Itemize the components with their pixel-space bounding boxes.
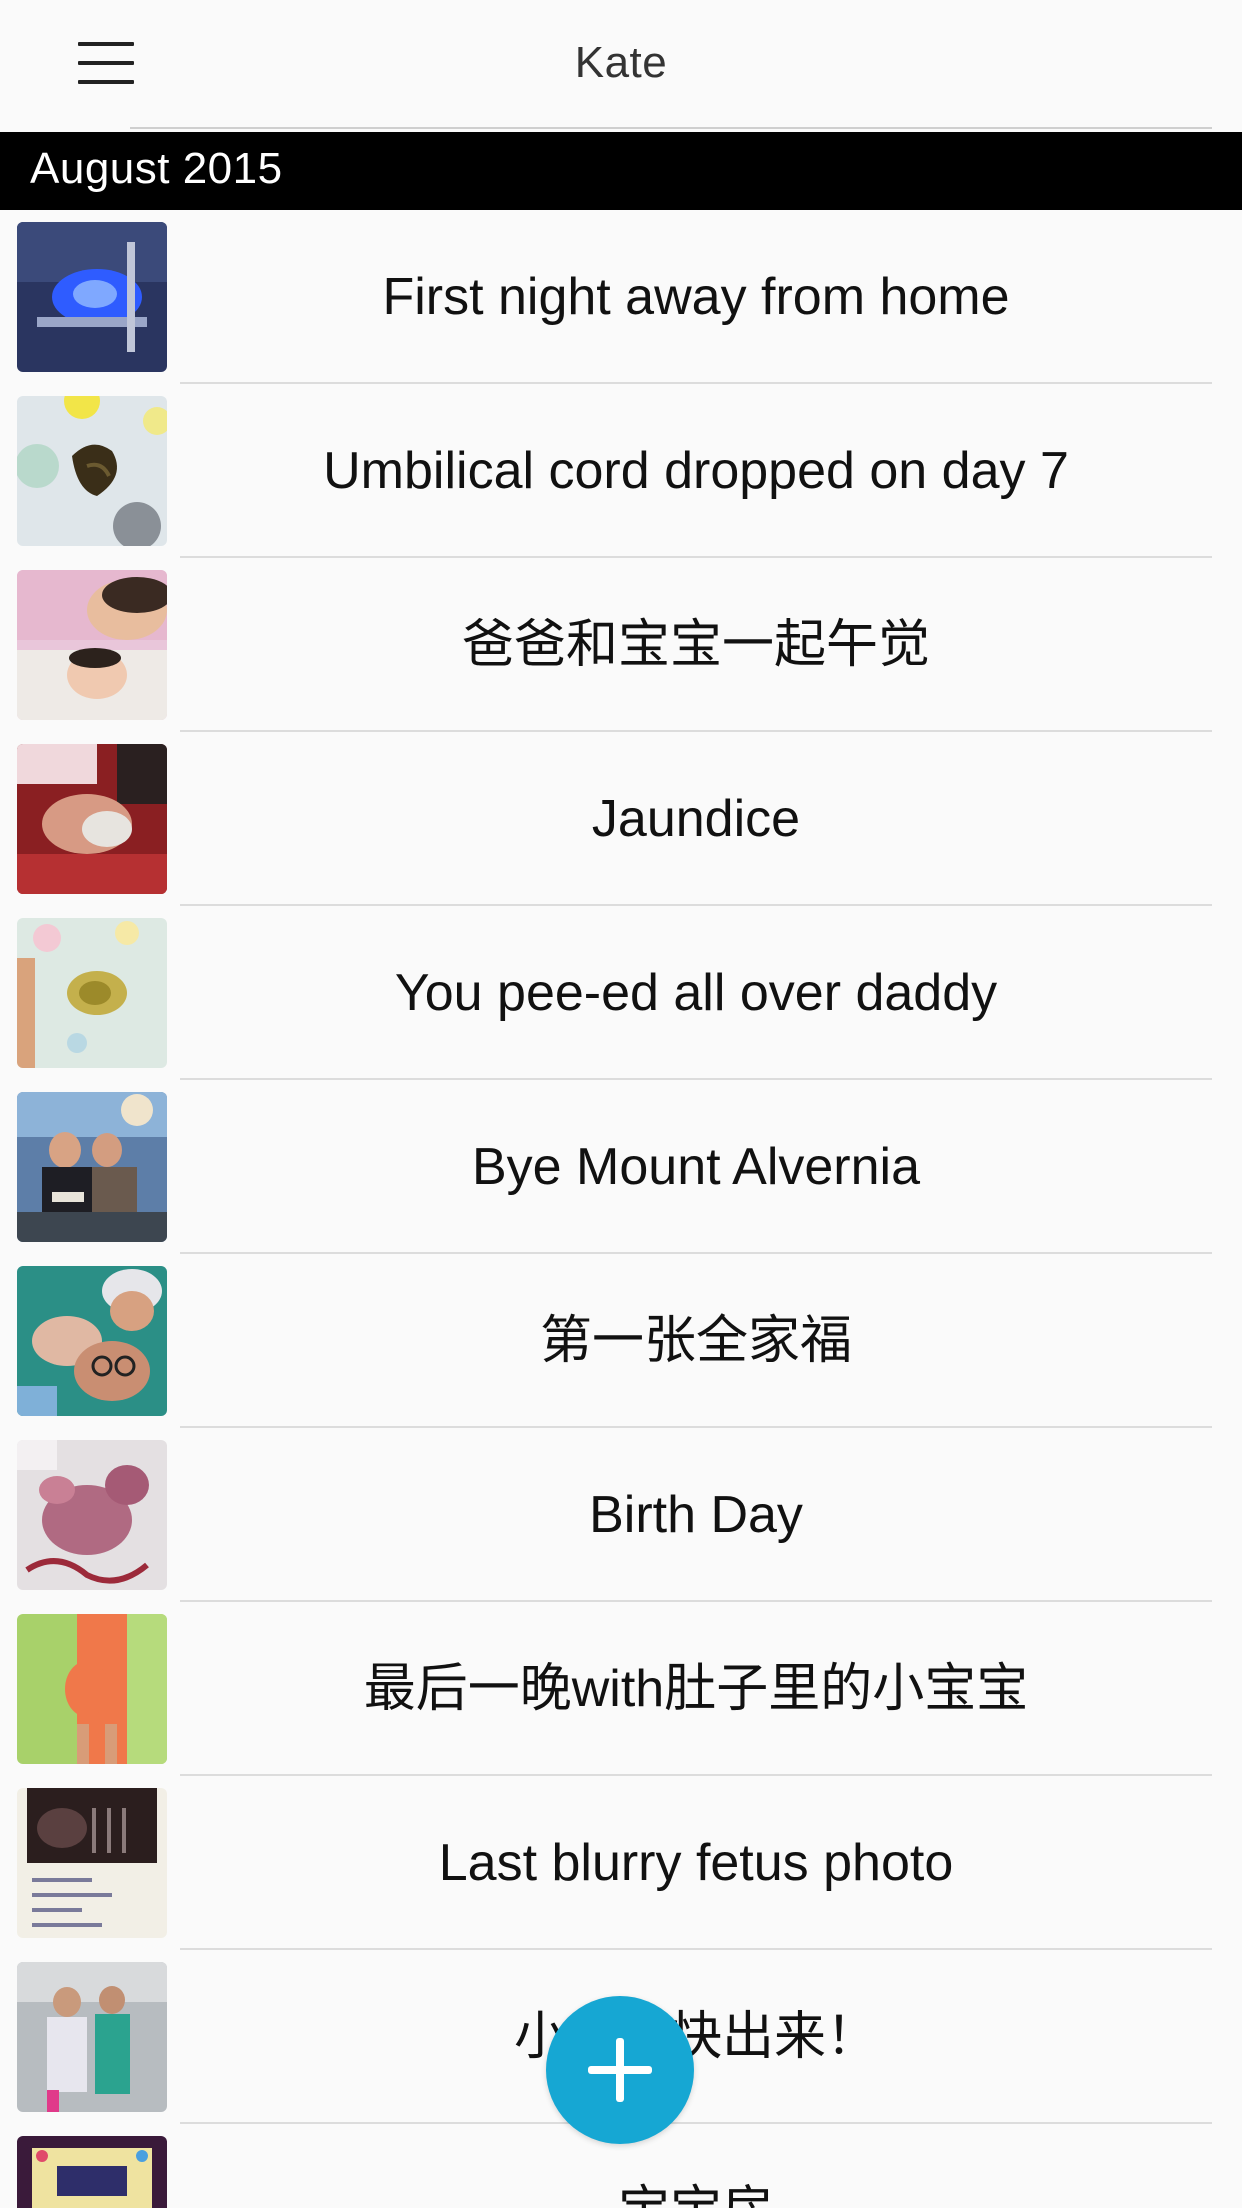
entry-title: Last blurry fetus photo — [438, 1834, 954, 1892]
entry-title: Bye Mount Alvernia — [471, 1138, 921, 1196]
entry-thumbnail — [17, 396, 167, 546]
entry-thumbnail — [17, 744, 167, 894]
list-item[interactable]: You pee-ed all over daddy — [0, 906, 1242, 1080]
entry-thumbnail — [17, 1092, 167, 1242]
entry-thumbnail — [17, 1962, 167, 2112]
entry-thumbnail — [17, 222, 167, 372]
list-item[interactable]: Umbilical cord dropped on day 7 — [0, 384, 1242, 558]
list-item[interactable]: Last blurry fetus photo — [0, 1776, 1242, 1950]
entry-thumbnail — [17, 570, 167, 720]
app-screen: Kate August 2015 First night away from h… — [0, 0, 1242, 2208]
entry-list: First night away from home Umbilical cor… — [0, 210, 1242, 2208]
list-item[interactable]: Bye Mount Alvernia — [0, 1080, 1242, 1254]
list-item[interactable]: Birth Day — [0, 1428, 1242, 1602]
entry-thumbnail — [17, 1614, 167, 1764]
entry-thumbnail — [17, 1266, 167, 1416]
top-bar: Kate — [0, 0, 1242, 130]
entry-title: Birth Day — [589, 1486, 803, 1544]
entry-thumbnail — [17, 918, 167, 1068]
entry-title: First night away from home — [382, 268, 1010, 326]
list-item[interactable]: 爸爸和宝宝一起午觉 — [0, 558, 1242, 732]
entry-title: 宝宝房 — [180, 2124, 1212, 2208]
month-section-header: August 2015 — [0, 132, 1242, 210]
entry-title: 小宝宝快出来！ — [513, 2008, 878, 2066]
list-item[interactable]: 第一张全家福 — [0, 1254, 1242, 1428]
month-label: August 2015 — [30, 144, 283, 193]
entry-thumbnail — [17, 1440, 167, 1590]
list-item[interactable]: First night away from home — [0, 210, 1242, 384]
list-item[interactable]: 最后一晚with肚子里的小宝宝 — [0, 1602, 1242, 1776]
add-entry-button[interactable] — [546, 1996, 694, 2144]
entry-thumbnail — [17, 2136, 167, 2208]
entry-title: Umbilical cord dropped on day 7 — [323, 442, 1069, 500]
entry-title: 爸爸和宝宝一起午觉 — [461, 616, 930, 674]
page-title: Kate — [574, 38, 668, 87]
header-divider — [130, 127, 1212, 129]
entry-title: You pee-ed all over daddy — [394, 964, 998, 1022]
list-item[interactable]: Jaundice — [0, 732, 1242, 906]
entry-title: 第一张全家福 — [539, 1312, 852, 1370]
entry-thumbnail — [17, 1788, 167, 1938]
entry-title: Jaundice — [591, 790, 801, 848]
entry-title: 最后一晚with肚子里的小宝宝 — [363, 1660, 1029, 1718]
